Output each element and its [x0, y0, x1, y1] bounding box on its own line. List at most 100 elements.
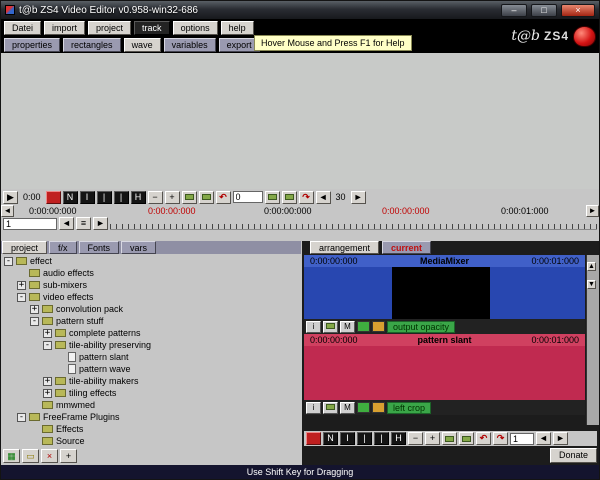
tree-item[interactable]: + convolution pack — [1, 303, 301, 315]
tab-arrangement[interactable]: arrangement — [310, 241, 380, 254]
tab-project[interactable]: project — [2, 241, 48, 254]
close-button[interactable]: × — [561, 3, 595, 17]
expander-icon[interactable]: + — [43, 388, 52, 398]
expander-icon[interactable]: - — [30, 316, 39, 326]
tree-item[interactable]: + sub-mixers — [1, 279, 301, 291]
menu-help[interactable]: help — [220, 20, 254, 35]
mode-n-button[interactable]: N — [62, 190, 78, 204]
track-number-input[interactable] — [3, 217, 57, 230]
mode-h-button[interactable]: H — [391, 432, 406, 445]
scroll-up-icon[interactable]: ▲ — [587, 262, 596, 271]
menu-import[interactable]: import — [44, 20, 86, 35]
expander-icon[interactable]: + — [17, 280, 26, 290]
nav-menu-button[interactable]: ≡ — [76, 217, 91, 230]
clip-segment[interactable] — [392, 267, 490, 319]
ruler-right-arrow[interactable]: ► — [586, 205, 599, 217]
vertical-scrollbar[interactable]: ▲ ▼ — [586, 255, 599, 425]
expander-icon[interactable]: + — [43, 328, 52, 338]
mixer-button[interactable]: M — [340, 320, 355, 333]
redo-icon[interactable]: ↷ — [298, 190, 314, 204]
mode-bar1-button[interactable]: | — [357, 432, 372, 445]
tree-item[interactable]: + complete patterns — [1, 327, 301, 339]
tree-item[interactable]: - FreeFrame Plugins — [1, 411, 301, 423]
tree-item[interactable]: - tile-ability preserving — [1, 339, 301, 351]
folder-icon[interactable] — [181, 190, 197, 204]
scroll-down-icon[interactable]: ▼ — [587, 280, 596, 289]
mixer-button[interactable]: M — [340, 401, 355, 414]
folder-icon[interactable] — [459, 432, 474, 445]
zoom-out-icon[interactable]: − — [408, 432, 423, 445]
mode-i-button[interactable]: I — [79, 190, 95, 204]
folder-icon[interactable] — [281, 190, 297, 204]
track-header[interactable]: 0:00:00:000 MediaMixer 0:00:01:000 — [304, 255, 585, 267]
tab-wave[interactable]: wave — [123, 37, 161, 52]
delete-icon[interactable]: × — [41, 449, 58, 463]
next-button[interactable]: ► — [553, 432, 568, 445]
zoom-out-icon[interactable]: − — [147, 190, 163, 204]
expander-icon[interactable]: + — [30, 304, 39, 314]
orange-chip-icon[interactable] — [372, 321, 385, 332]
control-label[interactable]: left crop — [387, 401, 432, 414]
mode-h-button[interactable]: H — [130, 190, 146, 204]
donate-button[interactable]: Donate — [549, 448, 597, 463]
mode-bar2-button[interactable]: | — [113, 190, 129, 204]
tree-item[interactable]: pattern wave — [1, 363, 301, 375]
fps-prev-button[interactable]: ◄ — [315, 190, 331, 204]
undo-icon[interactable]: ↶ — [215, 190, 231, 204]
tree-item[interactable]: Effects — [1, 423, 301, 435]
control-label[interactable]: output opacity — [387, 320, 456, 333]
tree-item[interactable]: + tile-ability makers — [1, 375, 301, 387]
folder-icon[interactable] — [323, 320, 338, 333]
tab-variables[interactable]: variables — [163, 37, 216, 52]
tree-item[interactable]: - pattern stuff — [1, 315, 301, 327]
frame-input[interactable] — [232, 191, 263, 203]
tree-item[interactable]: - effect — [1, 255, 301, 267]
folder-icon[interactable] — [323, 401, 338, 414]
ruler-left-arrow[interactable]: ◄ — [1, 205, 14, 217]
green-chip-icon[interactable] — [357, 321, 370, 332]
play-button[interactable]: ▶ — [3, 190, 18, 204]
folder-icon[interactable] — [442, 432, 457, 445]
folder-icon[interactable]: ▭ — [22, 449, 39, 463]
add-icon[interactable]: + — [60, 449, 77, 463]
undo-icon[interactable]: ↶ — [476, 432, 491, 445]
track-header[interactable]: 0:00:00:000 pattern slant 0:00:01:000 — [304, 334, 585, 346]
mode-i-button[interactable]: I — [340, 432, 355, 445]
toolbar-value-input[interactable] — [510, 432, 534, 445]
nav-prev-button[interactable]: ◄ — [59, 217, 74, 230]
titlebar[interactable]: t@b ZS4 Video Editor v0.958-win32-686 – … — [1, 1, 599, 19]
expander-icon[interactable]: + — [43, 376, 52, 386]
track-body-pattern-slant[interactable] — [304, 346, 585, 400]
tab-fx[interactable]: f/x — [49, 241, 77, 254]
redo-icon[interactable]: ↷ — [493, 432, 508, 445]
tick-strip[interactable] — [110, 218, 597, 230]
track-body-mediamixer[interactable] — [304, 267, 585, 319]
tab-fonts[interactable]: Fonts — [78, 241, 120, 254]
folder-icon[interactable] — [198, 190, 214, 204]
mode-n-button[interactable]: N — [323, 432, 338, 445]
tree-item[interactable]: audio effects — [1, 267, 301, 279]
zoom-in-icon[interactable]: + — [425, 432, 440, 445]
fps-next-button[interactable]: ► — [350, 190, 366, 204]
tab-properties[interactable]: properties — [4, 37, 61, 52]
tree-item[interactable]: mmwmed — [1, 399, 301, 411]
tree-item[interactable]: - video effects — [1, 291, 301, 303]
tab-vars[interactable]: vars — [121, 241, 157, 254]
expander-icon[interactable]: - — [17, 412, 26, 422]
record-button[interactable] — [45, 190, 61, 204]
folder-icon[interactable] — [264, 190, 280, 204]
maximize-button[interactable]: □ — [531, 3, 557, 17]
tab-rectangles[interactable]: rectangles — [63, 37, 121, 52]
mode-bar1-button[interactable]: | — [96, 190, 112, 204]
info-button[interactable]: i — [306, 401, 321, 414]
orange-chip-icon[interactable] — [372, 402, 385, 413]
timeline-ruler[interactable]: ◄ 0:00:00:000 0:00:00:000 0:00:00:000 0:… — [1, 205, 599, 217]
expander-icon[interactable]: - — [17, 292, 26, 302]
prev-button[interactable]: ◄ — [536, 432, 551, 445]
record-button[interactable] — [306, 432, 321, 445]
tree-item[interactable]: Source — [1, 435, 301, 447]
grid-icon[interactable]: ▦ — [3, 449, 20, 463]
expander-icon[interactable]: - — [4, 256, 13, 266]
tree-item[interactable]: + tiling effects — [1, 387, 301, 399]
tree-item[interactable]: pattern slant — [1, 351, 301, 363]
